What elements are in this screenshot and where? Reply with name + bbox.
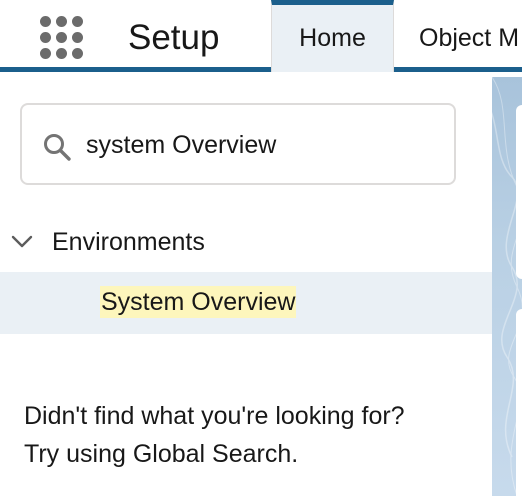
help-text-line: Didn't find what you're looking for? <box>24 402 405 430</box>
tab-home[interactable]: Home <box>271 0 394 72</box>
content-panel-edge <box>516 309 522 496</box>
launcher-dot <box>40 16 51 27</box>
launcher-dot <box>56 16 67 27</box>
launcher-dot <box>72 16 83 27</box>
app-launcher-grid-icon[interactable] <box>36 14 86 62</box>
section-label: Environments <box>52 228 205 256</box>
launcher-dot <box>56 48 67 59</box>
background-pattern <box>492 77 522 496</box>
quick-find-input[interactable] <box>84 125 444 165</box>
launcher-dot <box>72 32 83 43</box>
launcher-dot <box>40 32 51 43</box>
search-icon <box>44 134 71 161</box>
help-text-line: Try using Global Search. <box>24 440 299 468</box>
chevron-down-icon[interactable] <box>10 232 34 252</box>
content-panel-edge <box>516 105 522 279</box>
section-environments[interactable]: Environments <box>0 223 492 263</box>
setup-sidebar: Environments System Overview Didn't find… <box>0 77 492 496</box>
launcher-dot <box>72 48 83 59</box>
quick-find-search[interactable] <box>20 103 456 185</box>
tab-object-manager[interactable]: Object M <box>394 0 522 72</box>
nav-item-label[interactable]: System Overview <box>100 286 297 318</box>
setup-header: Setup Home Object M <box>0 0 522 72</box>
nav-item-system-overview[interactable]: System Overview <box>0 272 492 334</box>
launcher-dot <box>56 32 67 43</box>
app-title: Setup <box>128 18 220 57</box>
help-text: Didn't find what you're looking for? Try… <box>24 397 484 473</box>
launcher-dot <box>40 48 51 59</box>
